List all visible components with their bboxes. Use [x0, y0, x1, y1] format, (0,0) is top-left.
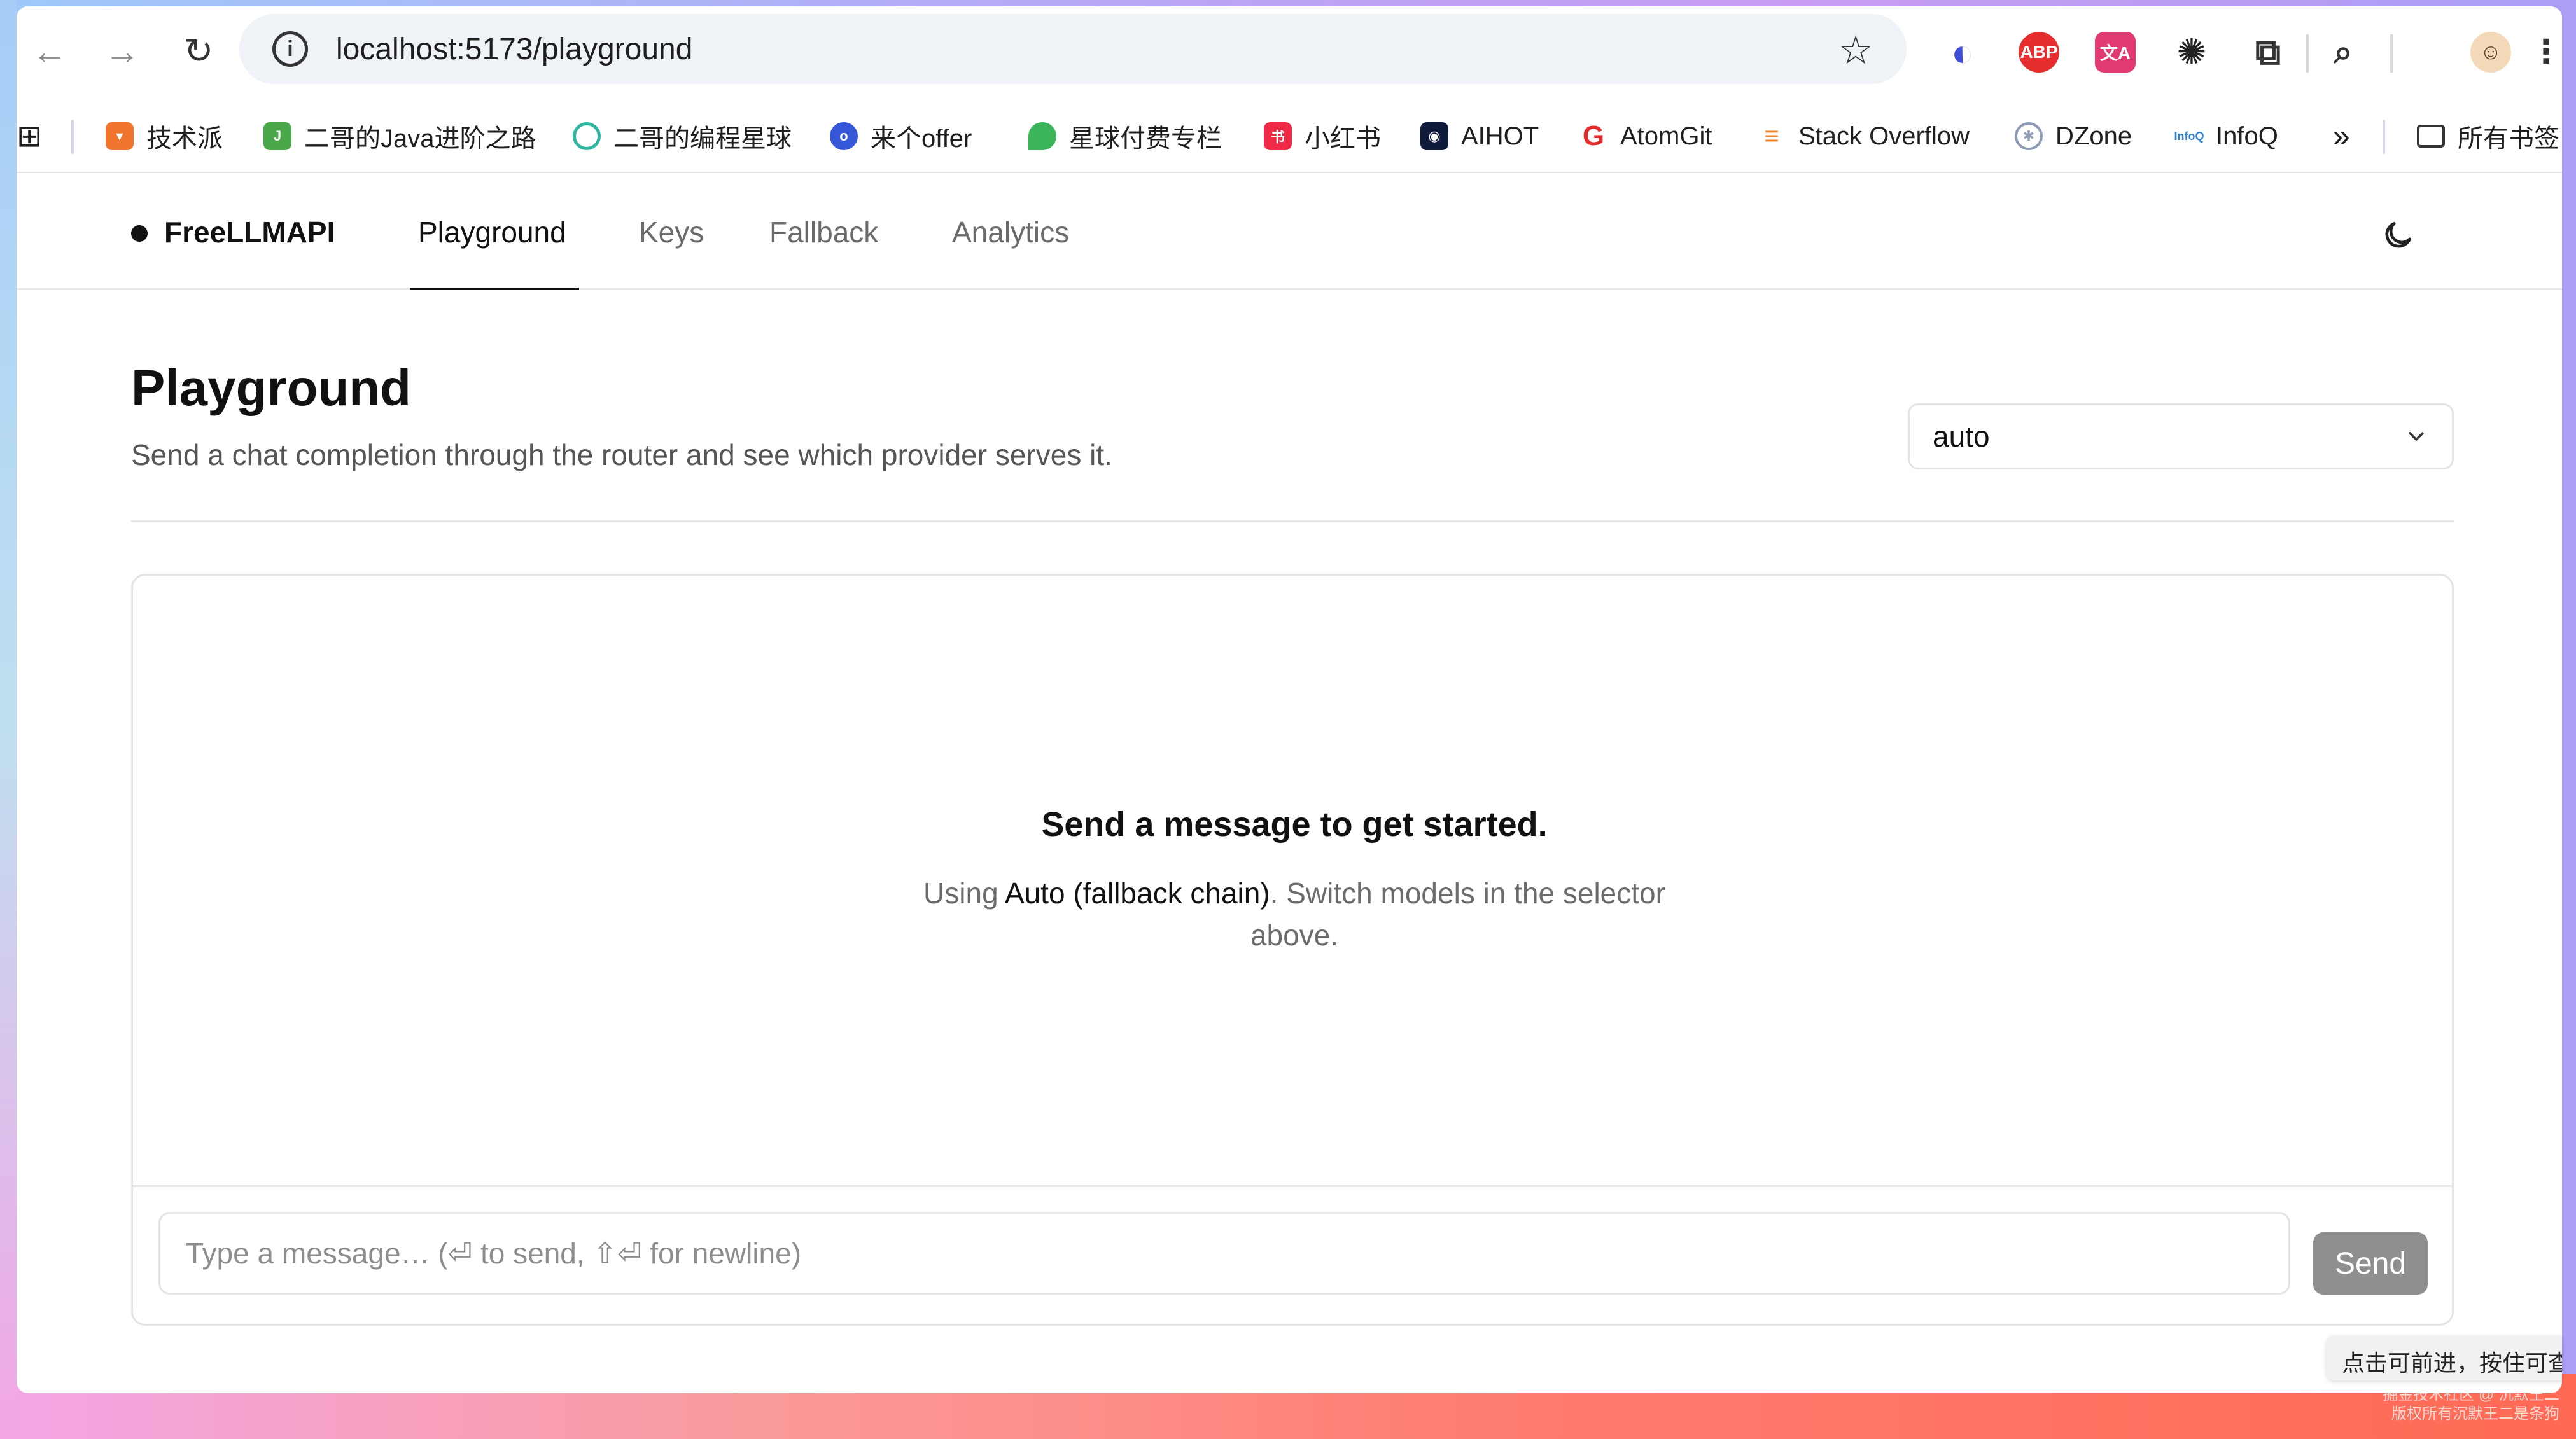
xiaohongshu-icon: 书	[1264, 122, 1292, 150]
bookmark-coding-planet[interactable]: 二哥的编程星球	[573, 117, 792, 155]
bookmark-star-icon[interactable]: ☆	[1838, 27, 1873, 73]
toolbar-separator	[2306, 34, 2309, 73]
empty-state-title: Send a message to get started.	[1041, 805, 1548, 844]
tab-keys[interactable]: Keys	[639, 215, 704, 249]
java-icon: J	[263, 122, 291, 150]
browser-window: ← → ↻ i localhost:5173/playground ☆ ◐ AB…	[17, 6, 2562, 1393]
chat-panel: Send a message to get started. Using Aut…	[131, 574, 2454, 1326]
bookmark-dzone[interactable]: ✱ DZone	[2015, 117, 2132, 155]
bookmark-infoq[interactable]: InfoQ InfoQ	[2174, 117, 2278, 155]
empty-state-model: Auto (fallback chain)	[1004, 877, 1270, 910]
bookmark-xiaohongshu[interactable]: 书 小红书	[1264, 117, 1381, 155]
watermark: 掘金技术社区 @ 沉默王二 版权所有沉默王二是条狗	[2383, 1386, 2559, 1422]
bookmarks-bar: ⊞ ▾ 技术派 J 二哥的Java进阶之路 二哥的编程星球 o 来个offer …	[17, 102, 2562, 173]
url-text[interactable]: localhost:5173/playground	[336, 32, 692, 67]
infoq-icon: InfoQ	[2174, 129, 2204, 143]
adblock-icon[interactable]: ABP	[2019, 32, 2059, 73]
tab-fallback[interactable]: Fallback	[769, 215, 878, 249]
profile-avatar-icon[interactable]: ☺	[2470, 32, 2511, 73]
toolbar-separator	[2390, 34, 2393, 73]
tab-analytics[interactable]: Analytics	[952, 215, 1069, 249]
model-select[interactable]: auto	[1908, 403, 2454, 469]
bookmark-offer[interactable]: o 来个offer	[830, 117, 972, 155]
reload-icon[interactable]: ↻	[173, 25, 224, 76]
bookmark-atomgit[interactable]: G AtomGit	[1579, 117, 1712, 155]
chevron-down-icon	[2409, 432, 2424, 441]
composer-divider	[133, 1185, 2452, 1187]
apps-grid-icon[interactable]: ⊞	[17, 117, 42, 155]
page-subtitle: Send a chat completion through the route…	[131, 438, 1112, 471]
leaf-icon	[1028, 122, 1056, 150]
brand-name[interactable]: FreeLLMAPI	[164, 215, 335, 249]
stackoverflow-icon: ≡	[1764, 122, 1779, 150]
more-menu-icon[interactable]: ⋮	[2530, 32, 2562, 73]
bookmark-java[interactable]: J 二哥的Java进阶之路	[263, 117, 536, 155]
site-info-icon[interactable]: i	[272, 31, 308, 67]
ring-icon	[573, 122, 601, 150]
back-arrow-icon[interactable]: ←	[24, 25, 75, 76]
dzone-icon: ✱	[2015, 122, 2043, 150]
bookmark-stackoverflow[interactable]: ≡ Stack Overflow	[1758, 117, 1970, 155]
model-select-value: auto	[1933, 420, 1990, 453]
bookmark-paid-column[interactable]: 星球付费专栏	[1028, 117, 1222, 155]
bookmark-jishupai[interactable]: ▾ 技术派	[106, 117, 223, 155]
translate-icon[interactable]: 文A	[2095, 32, 2136, 73]
address-bar[interactable]: i localhost:5173/playground ☆	[239, 14, 1907, 84]
more-bookmarks-icon[interactable]: »	[2333, 117, 2350, 155]
bookmark-separator	[71, 120, 74, 154]
bookmark-aihot[interactable]: ◉ AIHOT	[1420, 117, 1539, 155]
page-title: Playground	[131, 359, 412, 416]
header-divider	[131, 520, 2454, 522]
offer-icon: o	[830, 122, 858, 150]
puzzle-icon[interactable]: ⧉	[2248, 32, 2288, 73]
empty-state-text: Using Auto (fallback chain). Switch mode…	[923, 877, 1665, 952]
browser-toolbar: ← → ↻ i localhost:5173/playground ☆ ◐ AB…	[17, 6, 2562, 102]
forward-arrow-icon[interactable]: →	[97, 25, 148, 76]
desktop-wallpaper-left	[0, 0, 17, 1439]
brand-dot-icon	[131, 225, 148, 242]
send-button[interactable]: Send	[2313, 1232, 2428, 1295]
active-tab-indicator	[410, 288, 579, 290]
bookmark-separator	[2383, 120, 2385, 154]
jishupai-icon: ▾	[106, 122, 134, 150]
arc-logo-icon[interactable]: ◐	[1942, 31, 1983, 74]
tab-playground[interactable]: Playground	[418, 215, 566, 249]
tooltip: 点击可前进，按住可查	[2327, 1336, 2562, 1380]
tab-search-icon[interactable]: ⌕	[2323, 32, 2363, 73]
app-header: FreeLLMAPI Playground Keys Fallback Anal…	[17, 174, 2562, 290]
theme-toggle-moon-icon[interactable]	[2380, 218, 2416, 253]
atomgit-icon: G	[1582, 120, 1605, 151]
aihot-icon: ◉	[1420, 122, 1448, 150]
openai-icon[interactable]: ✺	[2171, 32, 2212, 73]
message-input[interactable]	[158, 1212, 2290, 1295]
folder-icon	[2417, 125, 2445, 148]
all-bookmarks-folder[interactable]: 所有书签	[2417, 117, 2559, 155]
